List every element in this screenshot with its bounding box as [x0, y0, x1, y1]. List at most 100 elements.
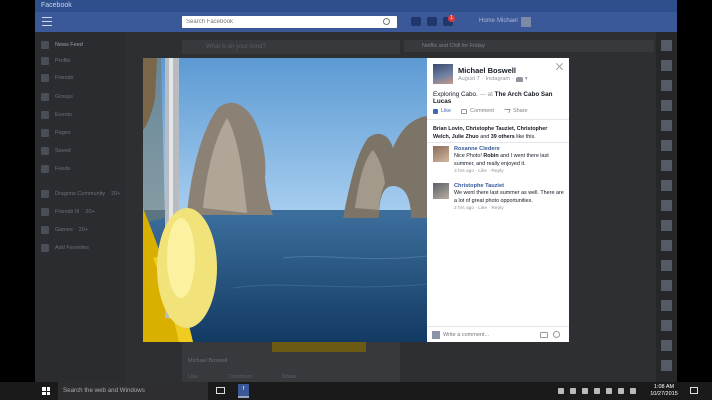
post-photo[interactable] [143, 58, 427, 342]
sidebar-item-feeds[interactable]: Feeds [41, 165, 70, 173]
share-icon [503, 109, 511, 113]
pages-icon [41, 129, 49, 137]
feed-like-button[interactable]: Like [188, 374, 198, 380]
friend-requests-icon[interactable] [411, 17, 421, 26]
chat-contact-avatar[interactable] [661, 300, 672, 311]
close-icon[interactable] [556, 63, 563, 70]
search-input[interactable] [182, 16, 397, 28]
caption-at: — at [479, 91, 493, 98]
windows-start-icon[interactable] [42, 387, 50, 395]
sidebar-item-pages[interactable]: Pages [41, 129, 71, 137]
comment-meta[interactable]: 2 hrs ago · Like · Reply [454, 206, 564, 211]
feed-share-button[interactable]: Share [282, 374, 297, 380]
clock-date: 10/27/2015 [650, 391, 678, 397]
chat-contact-avatar[interactable] [661, 240, 672, 251]
chat-contact-avatar[interactable] [661, 280, 672, 291]
sidebar-item-news-feed[interactable]: News Feed [41, 41, 83, 49]
group-count: 20+ [85, 209, 95, 215]
groups-icon [41, 93, 49, 101]
status-composer[interactable]: What is on your mind? [182, 40, 400, 54]
taskbar-search-box[interactable]: Search the web and Windows [58, 382, 208, 400]
feed-comment-button[interactable]: Comment [228, 374, 252, 380]
chevron-up-icon[interactable] [558, 388, 564, 394]
taskbar-clock[interactable]: 1:08 AM 10/27/2015 [644, 384, 684, 398]
divider [427, 142, 569, 143]
meta-separator: · [481, 76, 484, 82]
group-count: 20+ [78, 227, 89, 233]
chat-contact-avatar[interactable] [661, 120, 672, 131]
chat-contact-avatar[interactable] [661, 340, 672, 351]
facebook-app-taskbar-button[interactable]: f [238, 384, 249, 398]
feed-post-actions: Like Comment Share [188, 374, 297, 380]
sidebar-item-saved[interactable]: Saved [41, 147, 71, 155]
group-thumbnail [41, 226, 49, 234]
chat-contact-avatar[interactable] [661, 260, 672, 271]
commenter-name[interactable]: Christophe Tauziet [454, 183, 564, 189]
likers-summary[interactable]: Brian Lovin, Christophe Tauziet, Christo… [433, 125, 565, 141]
chat-contact-avatar[interactable] [661, 220, 672, 231]
sidebar-item-groups[interactable]: Groups [41, 93, 73, 101]
comment-meta[interactable]: 3 hrs ago · Like · Reply [454, 169, 564, 174]
sidebar-group-item[interactable]: Friends III 20+ [41, 208, 95, 216]
emoji-icon[interactable] [553, 331, 560, 338]
add-favorites-link[interactable]: Add Favorites [41, 244, 89, 252]
sidebar-item-profile[interactable]: Profile [41, 57, 71, 65]
home-link[interactable]: Home [479, 18, 495, 24]
like-button[interactable]: Like [433, 108, 451, 114]
chat-contact-avatar[interactable] [661, 140, 672, 151]
chat-contact-avatar[interactable] [661, 360, 672, 371]
sidebar-item-friends[interactable]: Friends [41, 74, 73, 82]
sidebar-item-events[interactable]: Events [41, 111, 72, 119]
chat-contact-avatar[interactable] [661, 60, 672, 71]
keyboard-icon[interactable] [630, 388, 636, 394]
messages-icon[interactable] [427, 17, 437, 26]
trending-item[interactable]: Netflix and Chill for Friday [404, 40, 654, 52]
sidebar-group-item[interactable]: Games 20+ [41, 226, 88, 234]
author-name[interactable]: Michael Boswell [458, 66, 516, 75]
profile-icon [41, 57, 49, 65]
battery-icon[interactable] [582, 388, 588, 394]
windows-taskbar: Search the web and Windows f 1:08 AM 10/… [0, 382, 712, 400]
post-date[interactable]: August 7 [458, 76, 480, 82]
commenter-avatar[interactable] [433, 146, 449, 162]
chat-contact-avatar[interactable] [661, 40, 672, 51]
chat-contact-avatar[interactable] [661, 160, 672, 171]
people-icon[interactable] [570, 388, 576, 394]
author-avatar[interactable] [433, 64, 453, 84]
friends-icon [41, 74, 49, 82]
divider [427, 119, 569, 120]
comment-text: We went there last summer as well. There… [454, 190, 564, 204]
mention-link[interactable]: Robin [483, 153, 498, 159]
chat-contact-avatar[interactable] [661, 200, 672, 211]
window-title-bar: Facebook [35, 0, 677, 12]
hamburger-menu-icon[interactable] [42, 17, 52, 26]
camera-icon[interactable] [540, 332, 548, 338]
share-button[interactable]: Share [503, 108, 528, 114]
chat-contact-avatar[interactable] [661, 80, 672, 91]
comment-input[interactable] [443, 330, 543, 340]
wifi-icon[interactable] [606, 388, 612, 394]
post-actions: Like Comment Share [433, 108, 528, 114]
left-sidebar: News Feed Profile Friends Groups Events … [35, 32, 125, 382]
comment-text: Nice Photo! Robin and I went there last … [454, 153, 549, 167]
volume-icon[interactable] [594, 388, 600, 394]
profile-avatar[interactable] [521, 17, 531, 27]
action-center-icon[interactable] [690, 387, 698, 394]
sidebar-group-item[interactable]: Dragons Community 20+ [41, 190, 120, 198]
news-feed-icon [41, 41, 49, 49]
plus-icon [41, 244, 49, 252]
audience-friends-icon[interactable] [515, 76, 523, 82]
chat-contact-avatar[interactable] [661, 320, 672, 331]
comment-button[interactable]: Comment [461, 108, 494, 114]
chat-contact-avatar[interactable] [661, 100, 672, 111]
commenter-avatar[interactable] [433, 183, 449, 199]
message-icon[interactable] [618, 388, 624, 394]
commenter-name[interactable]: Roxanne Cledere [454, 146, 564, 152]
chevron-down-icon[interactable]: ▾ [525, 76, 528, 82]
search-icon[interactable] [383, 18, 390, 25]
feeds-icon [41, 165, 49, 173]
post-caption: Exploring Cabo. — at The Arch Cabo San L… [433, 91, 569, 105]
profile-link[interactable]: Michael [497, 18, 518, 24]
task-view-icon[interactable] [216, 387, 225, 394]
chat-contact-avatar[interactable] [661, 180, 672, 191]
